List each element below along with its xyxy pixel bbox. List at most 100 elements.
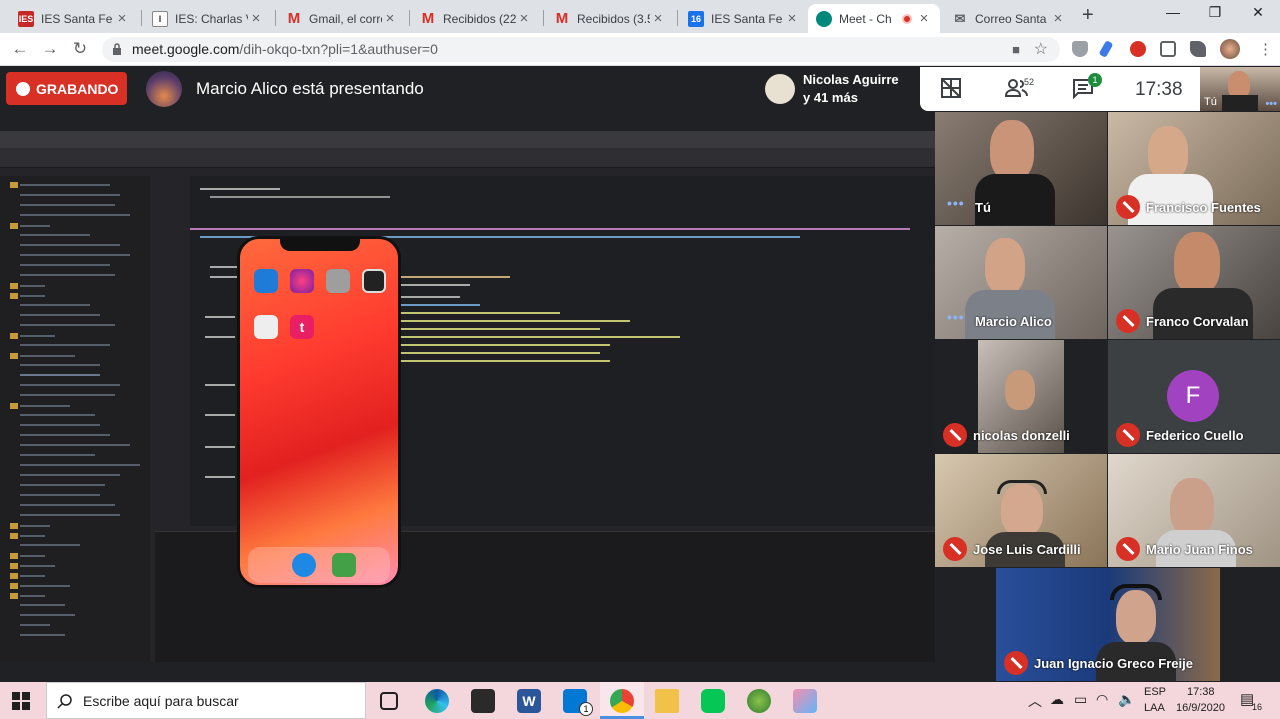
participant-tile[interactable]: F Federico Cuello	[1108, 340, 1280, 453]
participant-name: Federico Cuello	[1146, 428, 1244, 443]
layout-grid-icon[interactable]	[938, 77, 964, 101]
reload-button[interactable]: ↻	[70, 39, 90, 59]
tab-title: Correo Santa F	[975, 11, 1050, 26]
windows-start-icon[interactable]	[12, 692, 30, 710]
meet-icon	[816, 10, 832, 27]
browser-tab[interactable]: M Gmail, el correo ×	[278, 4, 406, 33]
chevron-up-icon[interactable]: ︿	[1028, 691, 1042, 711]
close-icon[interactable]: ×	[916, 10, 932, 27]
browser-tab[interactable]: 16 IES Santa Fe - ×	[680, 4, 808, 33]
speaking-dots-icon: •••	[1265, 98, 1277, 110]
participant-tile[interactable]: Jose Luis Cardilli	[935, 454, 1107, 567]
participant-tile[interactable]: Francisco Fuentes	[1108, 112, 1280, 225]
task-view-icon[interactable]	[380, 692, 398, 710]
forward-button[interactable]: →	[40, 39, 60, 59]
self-label: Tú	[1204, 96, 1217, 108]
top-participant-more: y 41 más	[803, 90, 858, 105]
browser-tab[interactable]: IES IES Santa Fe ×	[10, 4, 138, 33]
browser-tab[interactable]: M Recibidos (3.5 ×	[546, 4, 674, 33]
participant-name: Juan Ignacio Greco Freije	[1034, 656, 1193, 671]
close-icon[interactable]: ×	[516, 10, 532, 27]
self-view-thumbnail[interactable]: Tú •••	[1200, 67, 1280, 111]
browser-tab-strip: IES IES Santa Fe × I IES: Charlas Vir × …	[0, 0, 1280, 33]
calendar-icon: 16	[688, 10, 704, 27]
language-indicator[interactable]: ESP	[1144, 686, 1166, 698]
recording-badge: GRABANDO	[6, 72, 127, 105]
tab-title: Gmail, el correo	[309, 11, 382, 26]
wifi-icon[interactable]: ◠	[1096, 691, 1108, 708]
red-extension-icon[interactable]	[1130, 41, 1146, 57]
camera-icon[interactable]: ■	[1012, 37, 1020, 62]
close-icon[interactable]: ×	[248, 10, 264, 27]
browser-tab[interactable]: M Recibidos (229 ×	[412, 4, 540, 33]
record-dot-icon	[16, 81, 30, 96]
participant-tile[interactable]: Mario Juan Finos	[1108, 454, 1280, 567]
taskbar-search-box[interactable]: Escribe aquí para buscar	[46, 682, 366, 719]
word-icon[interactable]: W	[517, 689, 541, 713]
files-app-icon	[254, 269, 278, 293]
extensions-puzzle-icon[interactable]	[1190, 41, 1206, 57]
participant-video	[1174, 232, 1220, 294]
tab-title: Recibidos (229	[443, 11, 516, 26]
file-explorer-icon[interactable]	[655, 689, 679, 713]
bookmark-star-icon[interactable]: ☆	[1034, 37, 1048, 62]
close-icon[interactable]: ×	[382, 10, 398, 27]
store-icon[interactable]	[471, 689, 495, 713]
volume-icon[interactable]: 🔈	[1118, 691, 1135, 708]
edge-icon[interactable]	[425, 689, 449, 713]
network-icon[interactable]: ▭	[1074, 691, 1087, 708]
paint-app-icon[interactable]	[793, 689, 817, 713]
participant-tile[interactable]: Juan Ignacio Greco Freije	[996, 568, 1220, 681]
mic-off-icon	[1004, 651, 1028, 675]
shield-extension-icon[interactable]	[1072, 41, 1088, 57]
url-host: meet.google.com	[132, 41, 240, 57]
mic-off-icon	[943, 537, 967, 561]
kebab-menu-icon[interactable]: ⋮	[1258, 40, 1273, 58]
close-icon[interactable]: ×	[650, 10, 666, 27]
participant-tile[interactable]: Franco Corvalan	[1108, 226, 1280, 339]
cloud-icon[interactable]: ☁	[1050, 691, 1064, 708]
taskbar-time[interactable]: 17:38	[1187, 686, 1215, 698]
close-icon[interactable]: ×	[114, 10, 130, 27]
presented-window-titlebar	[0, 131, 935, 148]
phone-notch	[280, 239, 360, 251]
participant-tile[interactable]: ••• Tú	[935, 112, 1107, 225]
minimize-button[interactable]: —	[1158, 4, 1188, 20]
participant-name: Franco Corvalan	[1146, 314, 1249, 329]
close-icon[interactable]: ×	[784, 10, 800, 27]
participant-tile[interactable]: nicolas donzelli	[935, 340, 1107, 453]
close-window-button[interactable]: ✕	[1243, 4, 1273, 21]
browser-toolbar: ← → ↻ meet.google.com/dih-okqo-txn?pli=1…	[0, 33, 1280, 66]
line-app-icon[interactable]	[701, 689, 725, 713]
address-bar[interactable]: meet.google.com/dih-okqo-txn?pli=1&authu…	[102, 37, 1060, 62]
gmail-icon: M	[287, 10, 301, 27]
taskbar-date[interactable]: 16/9/2020	[1176, 702, 1225, 714]
close-icon[interactable]: ×	[1050, 10, 1066, 27]
grid-extension-icon[interactable]	[1160, 41, 1176, 57]
browser-tab-active[interactable]: Meet - Ch ×	[808, 4, 940, 33]
back-button[interactable]: ←	[10, 39, 30, 59]
participant-video	[985, 238, 1025, 294]
participant-video	[1005, 370, 1035, 410]
feather-extension-icon[interactable]	[1098, 40, 1114, 58]
tab-title: Recibidos (3.5	[577, 11, 650, 26]
shortcuts-app-icon	[290, 269, 314, 293]
participant-name: Jose Luis Cardilli	[973, 542, 1081, 557]
maximize-button[interactable]: ❐	[1200, 4, 1230, 21]
recording-label: GRABANDO	[36, 80, 119, 97]
notes-app-icon	[254, 315, 278, 339]
keyboard-layout[interactable]: LAA	[1144, 702, 1165, 714]
mic-off-icon	[1116, 537, 1140, 561]
participant-name: nicolas donzelli	[973, 428, 1070, 443]
tab-title: IES Santa Fe -	[711, 11, 784, 26]
presented-file-navigator	[0, 176, 150, 662]
tab-title: Meet - Ch	[839, 11, 892, 26]
messages-app-icon	[332, 553, 356, 577]
globe-app-icon[interactable]	[747, 689, 771, 713]
browser-tab[interactable]: ✉ Correo Santa F ×	[944, 4, 1074, 33]
new-tab-button[interactable]: +	[1082, 4, 1094, 27]
browser-tab[interactable]: I IES: Charlas Vir ×	[144, 4, 272, 33]
chrome-icon[interactable]	[610, 689, 634, 713]
profile-avatar[interactable]	[1220, 39, 1240, 59]
participant-tile[interactable]: ••• Marcio Alico	[935, 226, 1107, 339]
